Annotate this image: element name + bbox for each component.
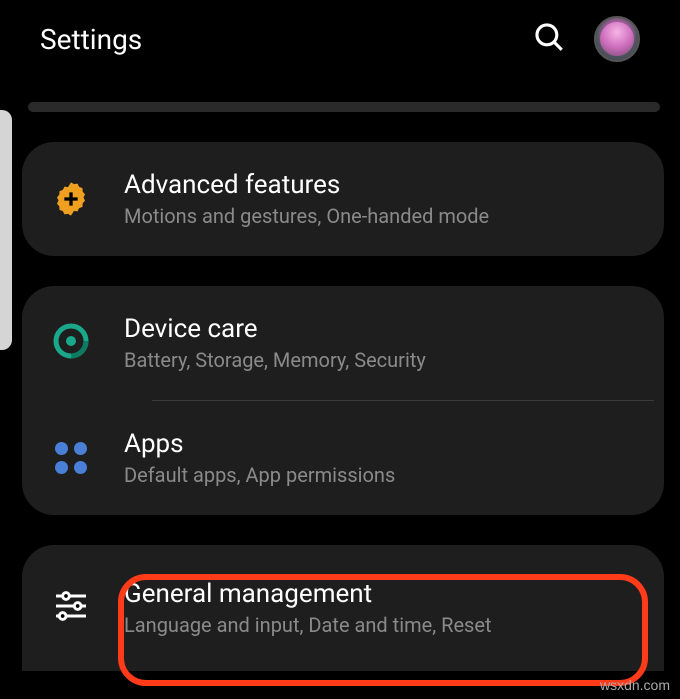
settings-group-general: General management Language and input, D… — [22, 545, 664, 671]
row-title: Advanced features — [124, 170, 640, 200]
row-text: General management Language and input, D… — [124, 579, 640, 637]
row-text: Advanced features Motions and gestures, … — [124, 170, 640, 228]
settings-group-device-apps: Device care Battery, Storage, Memory, Se… — [22, 286, 664, 515]
row-title: Apps — [124, 429, 640, 459]
general-management-icon — [46, 586, 96, 630]
row-subtitle: Default apps, App permissions — [124, 463, 640, 487]
scroll-indicator[interactable] — [0, 110, 12, 350]
row-apps[interactable]: Apps Default apps, App permissions — [22, 401, 664, 515]
row-title: General management — [124, 579, 640, 609]
row-general-management[interactable]: General management Language and input, D… — [22, 545, 664, 671]
row-device-care[interactable]: Device care Battery, Storage, Memory, Se… — [22, 286, 664, 400]
apps-icon — [46, 440, 96, 476]
header: Settings — [0, 0, 680, 82]
row-subtitle: Motions and gestures, One-handed mode — [124, 204, 640, 228]
device-care-icon — [46, 321, 96, 365]
profile-avatar[interactable] — [594, 16, 640, 62]
search-icon[interactable] — [532, 20, 566, 58]
row-text: Apps Default apps, App permissions — [124, 429, 640, 487]
row-advanced-features[interactable]: Advanced features Motions and gestures, … — [22, 142, 664, 256]
header-actions — [532, 16, 640, 62]
row-subtitle: Language and input, Date and time, Reset — [124, 613, 640, 637]
advanced-features-icon — [46, 179, 96, 219]
page-title: Settings — [40, 23, 142, 56]
row-text: Device care Battery, Storage, Memory, Se… — [124, 314, 640, 372]
row-subtitle: Battery, Storage, Memory, Security — [124, 348, 640, 372]
card-peek-top — [28, 102, 660, 112]
row-title: Device care — [124, 314, 640, 344]
watermark: wsxdn.com — [600, 677, 670, 693]
settings-group-advanced: Advanced features Motions and gestures, … — [22, 142, 664, 256]
